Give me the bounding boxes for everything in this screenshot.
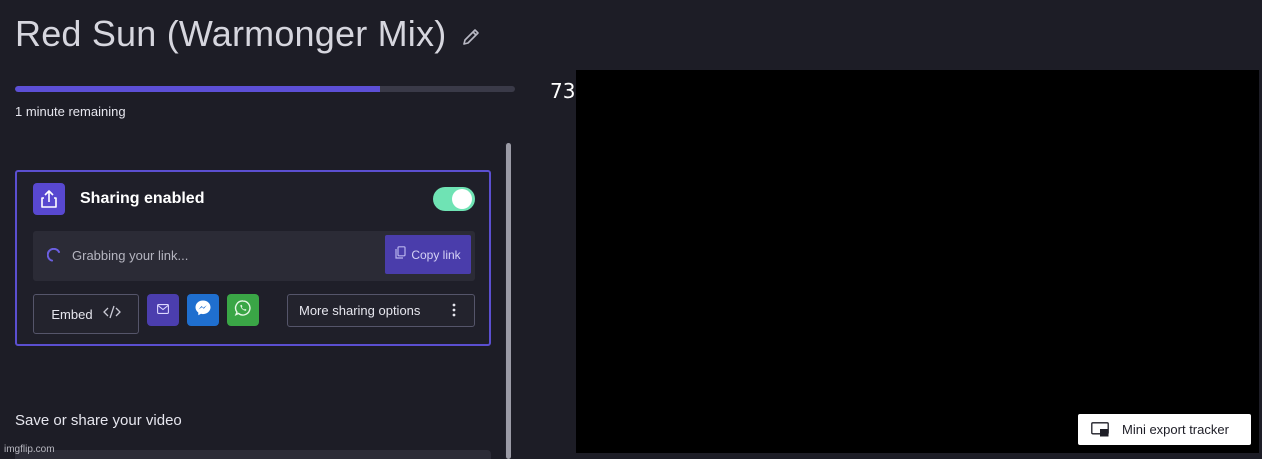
more-sharing-options-label: More sharing options xyxy=(299,303,421,318)
video-preview[interactable] xyxy=(576,70,1259,453)
share-icon xyxy=(33,183,65,215)
embed-label: Embed xyxy=(51,306,93,322)
kebab-icon xyxy=(452,302,456,318)
project-title-area: Red Sun (Warmonger Mix) xyxy=(15,12,482,56)
time-remaining: 1 minute remaining xyxy=(15,104,126,119)
copy-link-button[interactable]: Copy link xyxy=(385,235,471,274)
messenger-share-button[interactable] xyxy=(187,294,219,326)
whatsapp-share-button[interactable] xyxy=(227,294,259,326)
share-link-text: Grabbing your link... xyxy=(72,248,189,263)
mini-export-tracker-label: Mini export tracker xyxy=(1122,422,1229,437)
export-progress-fill xyxy=(15,86,380,92)
messenger-icon xyxy=(194,299,212,322)
email-icon xyxy=(157,301,169,319)
progress-percent: 73 xyxy=(550,79,576,103)
project-title: Red Sun (Warmonger Mix) xyxy=(15,13,447,54)
picture-in-picture-icon xyxy=(1091,422,1109,437)
copy-link-label: Copy link xyxy=(411,247,461,262)
sharing-title: Sharing enabled xyxy=(80,190,205,207)
email-share-button[interactable] xyxy=(147,294,179,326)
sharing-card: Sharing enabled Grabbing your link... Co… xyxy=(15,170,491,346)
whatsapp-icon xyxy=(234,299,252,322)
export-progress-bar xyxy=(15,86,515,92)
sharing-toggle[interactable] xyxy=(433,187,475,211)
code-icon xyxy=(102,305,121,324)
share-link-field[interactable]: Grabbing your link... Copy link xyxy=(33,231,475,281)
copy-icon xyxy=(395,245,406,264)
more-sharing-options-button[interactable]: More sharing options xyxy=(287,294,475,327)
save-share-heading: Save or share your video xyxy=(15,412,182,429)
embed-button[interactable]: Embed xyxy=(33,294,139,334)
toggle-knob xyxy=(452,189,472,209)
spinner-icon xyxy=(46,247,61,262)
mini-export-tracker-button[interactable]: Mini export tracker xyxy=(1078,414,1251,445)
save-options-panel xyxy=(15,450,491,459)
scrollbar-thumb[interactable] xyxy=(506,143,511,459)
watermark: imgflip.com xyxy=(4,444,55,455)
pencil-icon[interactable] xyxy=(460,26,482,48)
